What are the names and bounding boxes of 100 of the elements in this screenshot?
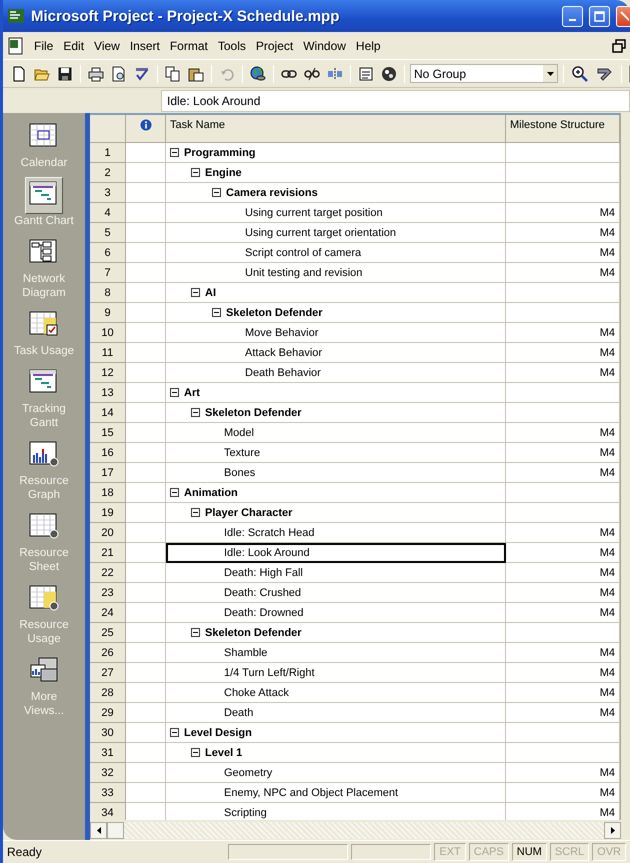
menu-item[interactable]: Project	[250, 36, 298, 54]
task-name-cell[interactable]: Attack Behavior	[166, 343, 506, 363]
row-number[interactable]: 30	[90, 723, 126, 743]
row-number[interactable]: 28	[90, 683, 126, 703]
menu-item[interactable]: Help	[350, 36, 386, 54]
unlink-icon[interactable]	[304, 66, 320, 82]
palette-icon[interactable]	[381, 66, 397, 82]
task-name-cell[interactable]: AI	[166, 283, 506, 303]
task-name-cell[interactable]: Skeleton Defender	[166, 403, 506, 423]
task-name-cell[interactable]: Skeleton Defender	[166, 623, 506, 643]
row-number[interactable]: 23	[90, 583, 126, 603]
row-number[interactable]: 2	[90, 163, 126, 183]
task-name-cell[interactable]: Player Character	[166, 503, 506, 523]
menu-item[interactable]: Edit	[58, 36, 90, 54]
close-button[interactable]	[616, 6, 630, 26]
vertical-scrollbar[interactable]	[620, 113, 630, 820]
task-name-cell[interactable]: Idle: Look Around	[166, 543, 506, 563]
task-name-cell[interactable]: Engine	[166, 163, 506, 183]
row-number[interactable]: 25	[90, 623, 126, 643]
collapse-icon[interactable]	[191, 748, 200, 757]
column-header[interactable]	[126, 115, 166, 143]
zoom-in-icon[interactable]	[571, 64, 589, 82]
task-name-cell[interactable]: Skeleton Defender	[166, 303, 506, 323]
collapse-icon[interactable]	[191, 288, 200, 297]
dropdown-arrow-button[interactable]	[543, 65, 557, 82]
row-number[interactable]: 31	[90, 743, 126, 763]
row-number[interactable]: 16	[90, 443, 126, 463]
row-number[interactable]: 24	[90, 603, 126, 623]
row-number[interactable]: 5	[90, 223, 126, 243]
row-number[interactable]: 9	[90, 303, 126, 323]
menu-item[interactable]: File	[29, 36, 58, 54]
task-name-cell[interactable]: Death: Crushed	[166, 583, 506, 603]
row-number[interactable]: 1	[90, 143, 126, 163]
task-name-cell[interactable]: Unit testing and revision	[166, 263, 506, 283]
collapse-icon[interactable]	[170, 148, 179, 157]
row-number[interactable]: 22	[90, 563, 126, 583]
task-name-cell[interactable]: Using current target position	[166, 203, 506, 223]
print-preview-icon[interactable]	[111, 66, 127, 82]
task-name-cell[interactable]: Animation	[166, 483, 506, 503]
menu-item[interactable]: Format	[164, 36, 213, 54]
task-name-cell[interactable]: Shamble	[166, 643, 506, 663]
row-number[interactable]: 12	[90, 363, 126, 383]
collapse-icon[interactable]	[170, 388, 179, 397]
collapse-icon[interactable]	[170, 728, 179, 737]
task-name-cell[interactable]: Geometry	[166, 763, 506, 783]
scroll-left-button[interactable]	[90, 822, 107, 838]
task-name-cell[interactable]: Using current target orientation	[166, 223, 506, 243]
notes-icon[interactable]	[358, 66, 374, 82]
collapse-icon[interactable]	[191, 628, 200, 637]
row-number[interactable]: 6	[90, 243, 126, 263]
task-name-cell[interactable]: Enemy, NPC and Object Placement	[166, 783, 506, 803]
row-number[interactable]: 21	[90, 543, 126, 563]
print-icon[interactable]	[88, 66, 104, 82]
row-number[interactable]: 7	[90, 263, 126, 283]
task-name-cell[interactable]: Script control of camera	[166, 243, 506, 263]
task-name-cell[interactable]: Level Design	[166, 723, 506, 743]
group-dropdown[interactable]: No Group	[410, 64, 558, 83]
row-number[interactable]: 3	[90, 183, 126, 203]
row-number[interactable]: 32	[90, 763, 126, 783]
collapse-icon[interactable]	[191, 508, 200, 517]
task-name-cell[interactable]: Art	[166, 383, 506, 403]
task-name-cell[interactable]: Death	[166, 703, 506, 723]
row-number[interactable]: 8	[90, 283, 126, 303]
task-name-cell[interactable]: Level 1	[166, 743, 506, 763]
row-number[interactable]: 27	[90, 663, 126, 683]
menu-item[interactable]: Tools	[212, 36, 251, 54]
task-name-cell[interactable]: Camera revisions	[166, 183, 506, 203]
collapse-icon[interactable]	[212, 308, 221, 317]
task-name-cell[interactable]: Move Behavior	[166, 323, 506, 343]
row-number[interactable]: 11	[90, 343, 126, 363]
row-number[interactable]: 4	[90, 203, 126, 223]
row-number[interactable]: 26	[90, 643, 126, 663]
new-document-icon[interactable]	[11, 66, 27, 82]
minimize-button[interactable]	[562, 6, 583, 26]
copy-icon[interactable]	[165, 66, 181, 82]
scroll-right-button[interactable]	[604, 822, 621, 838]
row-number[interactable]: 17	[90, 463, 126, 483]
collapse-icon[interactable]	[170, 488, 179, 497]
row-number[interactable]: 33	[90, 783, 126, 803]
row-number[interactable]: 18	[90, 483, 126, 503]
task-name-cell[interactable]: Idle: Scratch Head	[166, 523, 506, 543]
row-number[interactable]: 19	[90, 503, 126, 523]
task-name-cell[interactable]: Programming	[166, 143, 506, 163]
task-name-cell[interactable]: Bones	[166, 463, 506, 483]
maximize-button[interactable]	[589, 6, 610, 26]
row-number[interactable]: 13	[90, 383, 126, 403]
scroll-thumb[interactable]	[107, 822, 124, 838]
document-icon[interactable]	[7, 36, 25, 54]
task-name-cell[interactable]: 1/4 Turn Left/Right	[166, 663, 506, 683]
task-name-cell[interactable]: Choke Attack	[166, 683, 506, 703]
row-number[interactable]: 14	[90, 403, 126, 423]
collapse-icon[interactable]	[191, 168, 200, 177]
task-name-cell[interactable]: Death: High Fall	[166, 563, 506, 583]
entry-field[interactable]: Idle: Look Around	[161, 90, 630, 112]
column-header[interactable]: Task Name	[166, 115, 506, 143]
row-number[interactable]: 20	[90, 523, 126, 543]
save-icon[interactable]	[57, 66, 73, 82]
collapse-icon[interactable]	[212, 188, 221, 197]
task-name-cell[interactable]: Death Behavior	[166, 363, 506, 383]
menu-item[interactable]: Window	[298, 36, 351, 54]
